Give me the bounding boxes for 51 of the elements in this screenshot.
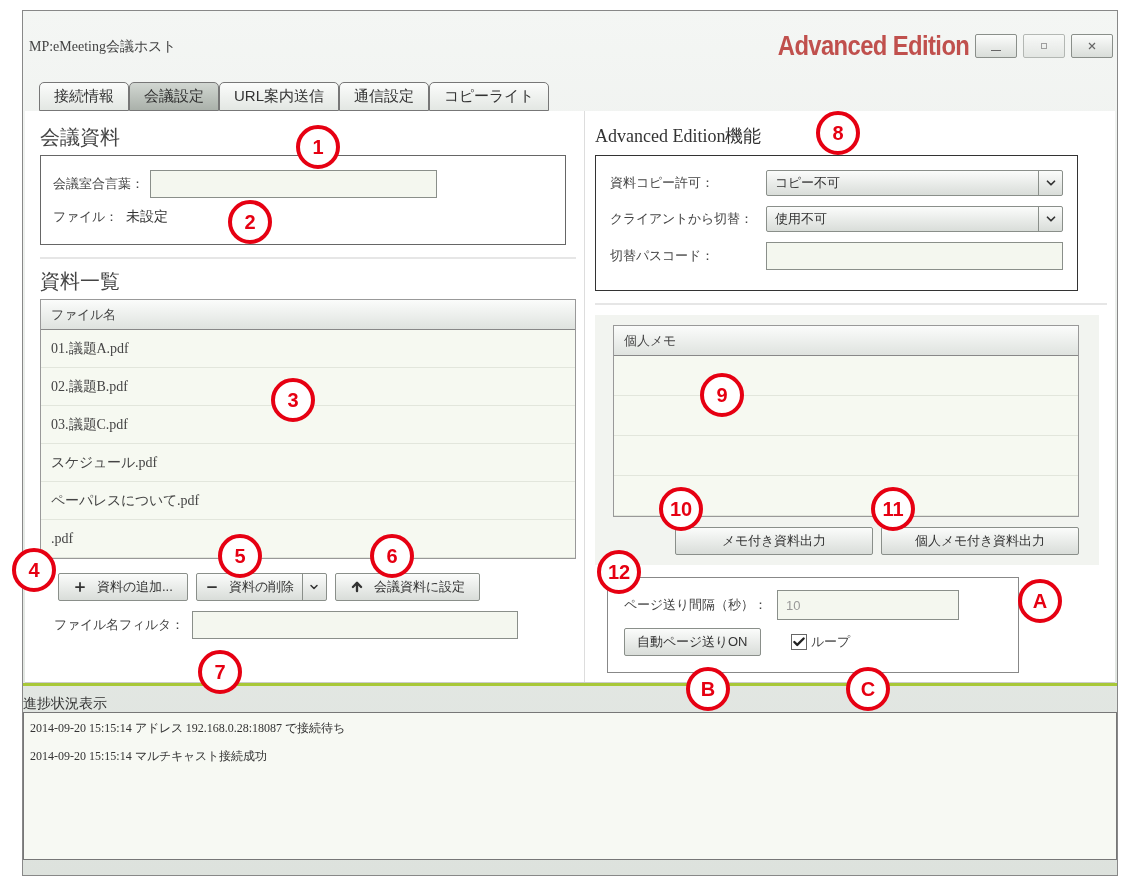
action-button[interactable]: 資料の追加... [58,573,188,601]
file-name[interactable]: 01.議題A.pdf [51,338,129,359]
field-label: 切替パスコード： [610,247,714,266]
dropdown[interactable]: コピー不可 [766,170,1063,196]
field-label: 資料コピー許可： [610,174,714,193]
field-label: ページ送り間隔（秒）： [624,596,767,615]
field-label: 会議室合言葉： [53,175,144,194]
filter-field[interactable] [192,611,518,639]
progress-heading: 進捗状況表示 [23,694,108,712]
tab[interactable]: コピーライト [429,82,549,111]
window-title: MP:eMeeting会議ホスト [29,37,176,56]
dropdown[interactable]: 使用不可 [766,206,1063,232]
file-name[interactable]: 03.議題C.pdf [51,414,128,435]
maximize-button[interactable] [1023,34,1065,58]
export-button[interactable]: 個人メモ付き資料出力 [881,527,1079,555]
delete-split-button[interactable]: 資料の削除 [195,573,327,601]
section-heading: Advanced Edition機能 [595,125,762,148]
input-field[interactable] [766,242,1063,270]
file-value: 未設定 [126,207,168,226]
column-header: ファイル名 [41,300,575,330]
maximize-icon [1041,43,1047,49]
close-button[interactable] [1071,34,1113,58]
callout-marker: 4 [12,548,56,592]
file-name[interactable]: スケジュール.pdf [51,452,158,473]
file-name[interactable]: 02.議題B.pdf [51,376,128,397]
input-field[interactable] [150,170,437,198]
loop-checkbox[interactable] [790,634,807,650]
tab[interactable]: 接続情報 [39,82,129,111]
tab[interactable]: 通信設定 [339,82,429,111]
minimize-icon [991,49,1001,51]
tab[interactable]: URL案内送信 [219,82,339,111]
file-name[interactable]: ペーパレスについて.pdf [51,490,200,511]
field-label: ファイル： [53,207,118,226]
auto-page-button[interactable]: 自動ページ送りON [624,628,761,656]
file-name[interactable]: .pdf [51,528,74,549]
check-icon [791,635,806,649]
edition-logo: Advanced Edition [777,29,969,63]
plus-icon [73,580,87,594]
tab[interactable]: 会議設定 [129,82,219,111]
section-heading: 会議資料 [40,125,120,150]
log-line: 2014-09-20 15:15:14 アドレス 192.168.0.28:18087 で接続待ち [30,720,345,737]
action-button[interactable]: 会議資料に設定 [334,573,480,601]
close-icon [1088,42,1096,50]
checkbox-label: ループ [810,633,850,652]
column-header: 個人メモ [614,326,1078,356]
field-label: クライアントから切替： [610,210,753,229]
export-button[interactable]: メモ付き資料出力 [675,527,873,555]
minimize-button[interactable] [975,34,1017,58]
log-line: 2014-09-20 15:15:14 マルチキャスト接続成功 [30,748,267,765]
section-heading: 資料一覧 [40,269,120,294]
field-label: ファイル名フィルタ： [54,616,184,635]
